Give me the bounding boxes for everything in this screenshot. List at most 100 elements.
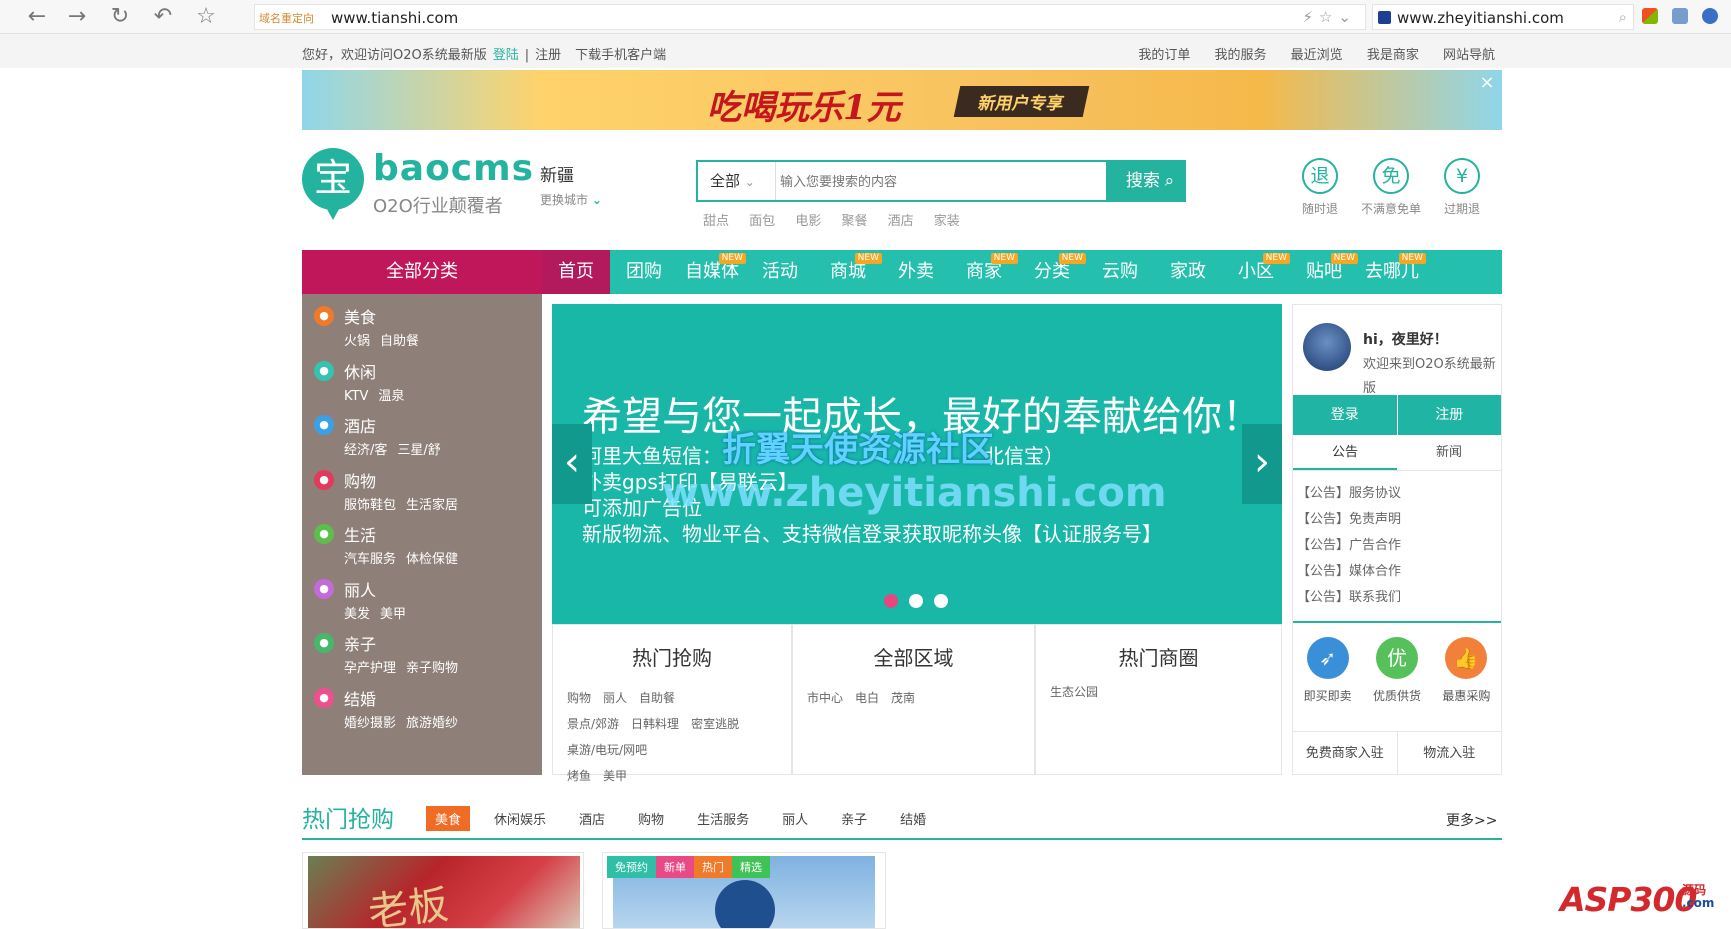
- all-categories-button[interactable]: 全部分类: [302, 250, 542, 294]
- notice-item[interactable]: 【公告】联系我们: [1297, 585, 1401, 611]
- category-item[interactable]: ● 结婚 婚纱摄影 旅游婚纱: [302, 678, 542, 738]
- panel-link[interactable]: 市中心: [807, 691, 843, 705]
- logo-name[interactable]: baocms: [373, 148, 534, 189]
- hot-tab[interactable]: 休闲娱乐: [485, 806, 555, 831]
- login-link[interactable]: 登陆: [493, 48, 519, 63]
- notice-item[interactable]: 【公告】免责声明: [1297, 507, 1401, 533]
- category-item[interactable]: ● 酒店 经济/客 三星/舒: [302, 405, 542, 465]
- promo-banner[interactable]: 吃喝玩乐1元 新用户专享 ×: [302, 70, 1502, 130]
- search-input[interactable]: [780, 170, 1070, 192]
- undo-icon[interactable]: ↶: [150, 4, 176, 30]
- address-bar[interactable]: 域名重定向 www.tianshi.com ⚡☆⌄: [254, 4, 1366, 30]
- deal-card[interactable]: 免预约 新单 热门 精选: [602, 852, 886, 929]
- logistics-join-link[interactable]: 物流入驻: [1398, 732, 1502, 775]
- search-button[interactable]: 搜索 ⌕: [1106, 162, 1184, 200]
- panel-link[interactable]: 电白: [855, 691, 879, 705]
- hero-slider[interactable]: 希望与您一起成长，最好的奉献给你！ 阿里大鱼短信： 北信宝） 外卖gps打印【易联…: [552, 304, 1282, 624]
- merchant-link[interactable]: 我是商家: [1367, 48, 1419, 63]
- nav-item[interactable]: 去哪儿 NEW: [1358, 250, 1426, 294]
- search-category-select[interactable]: 全部 ⌄: [698, 162, 776, 200]
- category-sub-link[interactable]: 美甲: [380, 607, 406, 622]
- recent-views-link[interactable]: 最近浏览: [1291, 48, 1343, 63]
- deal-card[interactable]: 老板: [302, 852, 584, 929]
- merchant-join-link[interactable]: 免费商家入驻: [1293, 732, 1398, 775]
- nav-item[interactable]: 小区 NEW: [1222, 250, 1290, 294]
- globe-icon[interactable]: [1702, 8, 1718, 24]
- panel-link[interactable]: 茂南: [891, 691, 915, 705]
- service-free-if-unsatisfied[interactable]: 免 不满意免单: [1361, 158, 1421, 217]
- nav-item[interactable]: 自媒体 NEW: [678, 250, 746, 294]
- panel-link[interactable]: 生态公园: [1050, 685, 1098, 699]
- my-orders-link[interactable]: 我的订单: [1138, 48, 1190, 63]
- bookmark-star-icon[interactable]: ☆: [193, 4, 219, 30]
- hot-word[interactable]: 面包: [749, 214, 775, 229]
- my-services-link[interactable]: 我的服务: [1215, 48, 1267, 63]
- category-sub-link[interactable]: 婚纱摄影: [344, 716, 396, 731]
- nav-item[interactable]: 外卖: [882, 250, 950, 294]
- category-sub-link[interactable]: 亲子购物: [406, 661, 458, 676]
- category-sub-link[interactable]: 温泉: [378, 389, 404, 404]
- secondary-address-bar[interactable]: www.zheyitianshi.com ⌕: [1372, 4, 1634, 30]
- hot-tab[interactable]: 丽人: [773, 806, 817, 831]
- category-sub-link[interactable]: 旅游婚纱: [406, 716, 458, 731]
- category-sub-link[interactable]: 自助餐: [380, 334, 419, 349]
- feature-buy-sell[interactable]: ➶ 即买即卖: [1293, 623, 1362, 725]
- hot-word[interactable]: 甜点: [703, 214, 729, 229]
- category-item[interactable]: ● 美食 火锅 自助餐: [302, 296, 542, 356]
- hot-word[interactable]: 酒店: [888, 214, 914, 229]
- nav-item[interactable]: 云购: [1086, 250, 1154, 294]
- secondary-url[interactable]: www.zheyitianshi.com: [1397, 9, 1564, 27]
- close-icon[interactable]: ×: [1478, 74, 1496, 92]
- register-link[interactable]: 注册: [535, 48, 561, 63]
- category-item[interactable]: ● 购物 服饰鞋包 生活家居: [302, 460, 542, 520]
- category-sub-link[interactable]: 火锅: [344, 334, 370, 349]
- forward-icon[interactable]: →: [64, 4, 90, 30]
- address-url[interactable]: www.tianshi.com: [331, 9, 458, 27]
- category-sub-link[interactable]: 服饰鞋包: [344, 498, 396, 513]
- panel-link[interactable]: 丽人: [603, 691, 627, 705]
- nav-item[interactable]: 商城 NEW: [814, 250, 882, 294]
- register-button[interactable]: 注册: [1398, 395, 1502, 435]
- nav-item[interactable]: 贴吧 NEW: [1290, 250, 1358, 294]
- screenshot-icon[interactable]: [1672, 8, 1688, 24]
- tab-news[interactable]: 新闻: [1397, 435, 1501, 470]
- panel-link[interactable]: 烤鱼: [567, 769, 591, 783]
- category-sub-link[interactable]: 孕产护理: [344, 661, 396, 676]
- tab-notices[interactable]: 公告: [1293, 435, 1397, 470]
- hot-word[interactable]: 电影: [795, 214, 821, 229]
- notice-item[interactable]: 【公告】媒体合作: [1297, 559, 1401, 585]
- panel-link[interactable]: 购物: [567, 691, 591, 705]
- hot-word[interactable]: 聚餐: [841, 214, 867, 229]
- nav-item[interactable]: 商家 NEW: [950, 250, 1018, 294]
- panel-link[interactable]: 自助餐: [639, 691, 675, 705]
- panel-link[interactable]: 桌游/电玩/网吧: [567, 743, 647, 757]
- category-sub-link[interactable]: KTV: [344, 389, 368, 404]
- nav-item[interactable]: 团购: [610, 250, 678, 294]
- back-icon[interactable]: ←: [24, 4, 50, 30]
- address-actions-icon[interactable]: ⚡☆⌄: [1302, 8, 1357, 26]
- hot-tab[interactable]: 购物: [629, 806, 673, 831]
- hot-tab[interactable]: 美食: [426, 806, 471, 831]
- download-app-link[interactable]: 下载手机客户端: [575, 48, 666, 63]
- more-link[interactable]: 更多>>: [1446, 810, 1497, 830]
- hot-tab[interactable]: 亲子: [832, 806, 876, 831]
- city-switch[interactable]: 更换城市 ⌄: [540, 191, 602, 208]
- category-item[interactable]: ● 生活 汽车服务 体检保健: [302, 514, 542, 574]
- panel-link[interactable]: 密室逃脱: [691, 717, 739, 731]
- category-sub-link[interactable]: 经济/客: [344, 443, 387, 458]
- search-icon[interactable]: ⌕: [1619, 8, 1627, 26]
- hot-word[interactable]: 家装: [934, 214, 960, 229]
- hot-tab[interactable]: 结婚: [891, 806, 935, 831]
- slider-dot[interactable]: [934, 594, 948, 608]
- nav-item[interactable]: 分类 NEW: [1018, 250, 1086, 294]
- category-sub-link[interactable]: 美发: [344, 607, 370, 622]
- category-item[interactable]: ● 亲子 孕产护理 亲子购物: [302, 623, 542, 683]
- category-sub-link[interactable]: 三星/舒: [397, 443, 440, 458]
- service-expired-refund[interactable]: ¥ 过期退: [1432, 158, 1492, 217]
- nav-item[interactable]: 首页: [542, 250, 610, 294]
- avatar[interactable]: [1303, 323, 1351, 371]
- hot-tab[interactable]: 酒店: [570, 806, 614, 831]
- category-sub-link[interactable]: 生活家居: [406, 498, 458, 513]
- slider-dot[interactable]: [909, 594, 923, 608]
- hot-tab[interactable]: 生活服务: [688, 806, 758, 831]
